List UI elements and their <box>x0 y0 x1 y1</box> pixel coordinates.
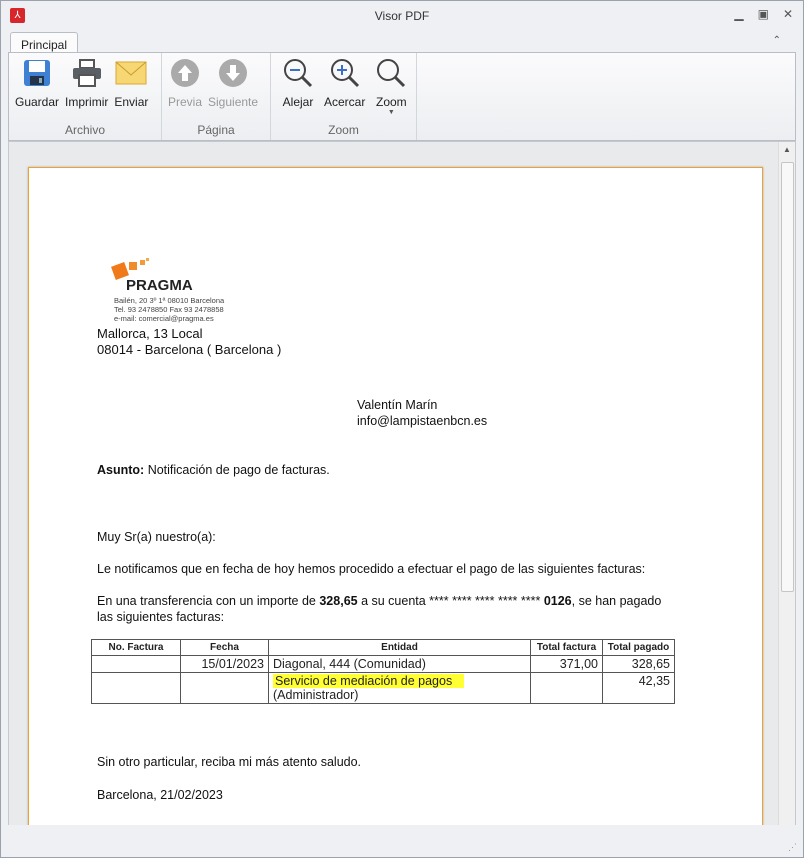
cell-fecha <box>180 672 269 704</box>
subject-text: Notificación de pago de facturas. <box>144 463 330 477</box>
logo-text: PRAGMA <box>126 277 193 294</box>
print-icon <box>71 57 103 89</box>
paragraph-2-line-2: las siguientes facturas: <box>97 610 225 624</box>
previa-button[interactable]: Previa <box>165 57 205 119</box>
p2-text: a su cuenta **** **** **** **** **** <box>357 594 544 608</box>
guardar-label: Guardar <box>15 95 60 109</box>
alejar-label: Alejar <box>282 95 314 109</box>
account-suffix: 0126 <box>543 594 572 608</box>
p2-text: En una transferencia con un importe de <box>97 594 320 608</box>
acercar-label: Acercar <box>324 95 366 109</box>
cell-no <box>91 672 181 704</box>
column-header: Entidad <box>268 639 531 656</box>
pragma-logo: PRAGMA Bailén, 20 3º 1ª 08010 Barcelona … <box>111 256 241 326</box>
window-title: Visor PDF <box>374 9 430 23</box>
cell-entidad: Servicio de mediación de pagos (Administr… <box>268 672 531 704</box>
siguiente-label: Siguiente <box>208 95 259 109</box>
cell-pagado: 328,65 <box>602 655 675 673</box>
arrow-down-icon <box>217 57 249 89</box>
zoom-label: Zoom <box>376 95 407 109</box>
cell-total <box>530 672 603 704</box>
collapse-ribbon-icon[interactable]: ⌃ <box>773 35 781 46</box>
paragraph-1: Le notificamos que en fecha de hoy hemos… <box>97 562 646 576</box>
sender-address-line: Mallorca, 13 Local <box>97 326 203 341</box>
table-row: 15/01/2023 Diagonal, 444 (Comunidad) 371… <box>91 655 675 673</box>
cell-pagado: 42,35 <box>602 672 675 704</box>
logo-line: Bailén, 20 3º 1ª 08010 Barcelona <box>114 296 225 305</box>
paragraph-2: En una transferencia con un importe de 3… <box>97 594 661 608</box>
sender-address-line: 08014 - Barcelona ( Barcelona ) <box>97 342 282 357</box>
highlighted-entidad: Servicio de mediación de pagos <box>273 674 465 688</box>
close-button[interactable]: ✕ <box>783 7 793 21</box>
greeting: Muy Sr(a) nuestro(a): <box>97 530 216 544</box>
zoom-group-label: Zoom <box>328 123 359 137</box>
zoom-dropdown-button[interactable]: Zoom ▼ <box>372 57 410 119</box>
cell-total: 371,00 <box>530 655 603 673</box>
resize-grip-icon[interactable]: ⋰ <box>788 842 797 853</box>
zoom-in-icon <box>329 57 361 89</box>
envelope-icon <box>115 57 147 89</box>
minimize-button[interactable]: ▁ <box>734 7 743 21</box>
pagina-group-label: Página <box>197 123 235 137</box>
guardar-button[interactable]: Guardar <box>12 57 62 119</box>
table-row: Servicio de mediación de pagos (Administr… <box>91 672 675 704</box>
logo-line: e-mail: comercial@pragma.es <box>114 314 214 323</box>
pdf-page: PRAGMA Bailén, 20 3º 1ª 08010 Barcelona … <box>28 167 763 826</box>
group-pagina: Previa Siguiente Página <box>162 53 271 140</box>
imprimir-button[interactable]: Imprimir <box>62 57 111 119</box>
table-header-row: No. Factura Fecha Entidad Total factura … <box>91 639 675 656</box>
acercar-button[interactable]: Acercar <box>321 57 368 119</box>
column-header: Total factura <box>530 639 603 656</box>
status-bar: ⋰ <box>1 825 803 857</box>
place-date: Barcelona, 21/02/2023 <box>97 788 223 802</box>
zoom-out-icon <box>282 57 314 89</box>
p2-text: , se han pagado <box>571 594 662 608</box>
scroll-up-icon[interactable]: ▲ <box>783 145 791 154</box>
group-zoom: Alejar Acercar Zoom ▼ Zoom <box>271 53 417 140</box>
cell-fecha: 15/01/2023 <box>180 655 269 673</box>
recipient-name: Valentín Marín <box>357 398 438 412</box>
subject-label: Asunto: <box>97 463 145 477</box>
column-header: Total pagado <box>602 639 675 656</box>
previa-label: Previa <box>168 95 203 109</box>
group-archivo: Guardar Imprimir Enviar Archivo <box>9 53 162 140</box>
arrow-up-icon <box>169 57 201 89</box>
tab-principal[interactable]: Principal <box>10 32 79 54</box>
logo-line: Tel. 93 2478850 Fax 93 2478858 <box>114 305 224 314</box>
title-bar: ⅄ Visor PDF ▁ ▣ ✕ <box>1 1 803 31</box>
scrollbar-thumb[interactable] <box>781 162 794 592</box>
vertical-scrollbar[interactable]: ▲ <box>778 142 795 826</box>
closing: Sin otro particular, reciba mi más atent… <box>97 755 362 769</box>
archivo-group-label: Archivo <box>64 123 105 137</box>
enviar-label: Enviar <box>114 95 149 109</box>
magnifier-icon <box>375 57 407 89</box>
entidad-subtext: (Administrador) <box>273 688 359 702</box>
column-header: No. Factura <box>91 639 181 656</box>
dropdown-arrow-icon: ▼ <box>387 109 395 116</box>
ribbon: Guardar Imprimir Enviar Archivo Previa S… <box>8 52 796 141</box>
payment-amount: 328,65 <box>319 594 358 608</box>
enviar-button[interactable]: Enviar <box>111 57 151 119</box>
recipient-email: info@lampistaenbcn.es <box>357 414 488 428</box>
column-header: Fecha <box>180 639 269 656</box>
imprimir-label: Imprimir <box>65 95 109 109</box>
pdf-viewer-window: ⅄ Visor PDF ▁ ▣ ✕ Principal ⌃ Guardar Im… <box>0 0 804 858</box>
subject-line: Asunto: Notificación de pago de facturas… <box>97 463 330 477</box>
invoices-table: No. Factura Fecha Entidad Total factura … <box>91 639 675 704</box>
cell-no <box>91 655 181 673</box>
pdf-app-icon: ⅄ <box>10 8 25 23</box>
siguiente-button[interactable]: Siguiente <box>205 57 261 119</box>
alejar-button[interactable]: Alejar <box>279 57 317 119</box>
save-icon <box>21 57 53 89</box>
maximize-button[interactable]: ▣ <box>758 7 769 21</box>
document-view[interactable]: PRAGMA Bailén, 20 3º 1ª 08010 Barcelona … <box>8 141 796 827</box>
cell-entidad: Diagonal, 444 (Comunidad) <box>268 655 531 673</box>
